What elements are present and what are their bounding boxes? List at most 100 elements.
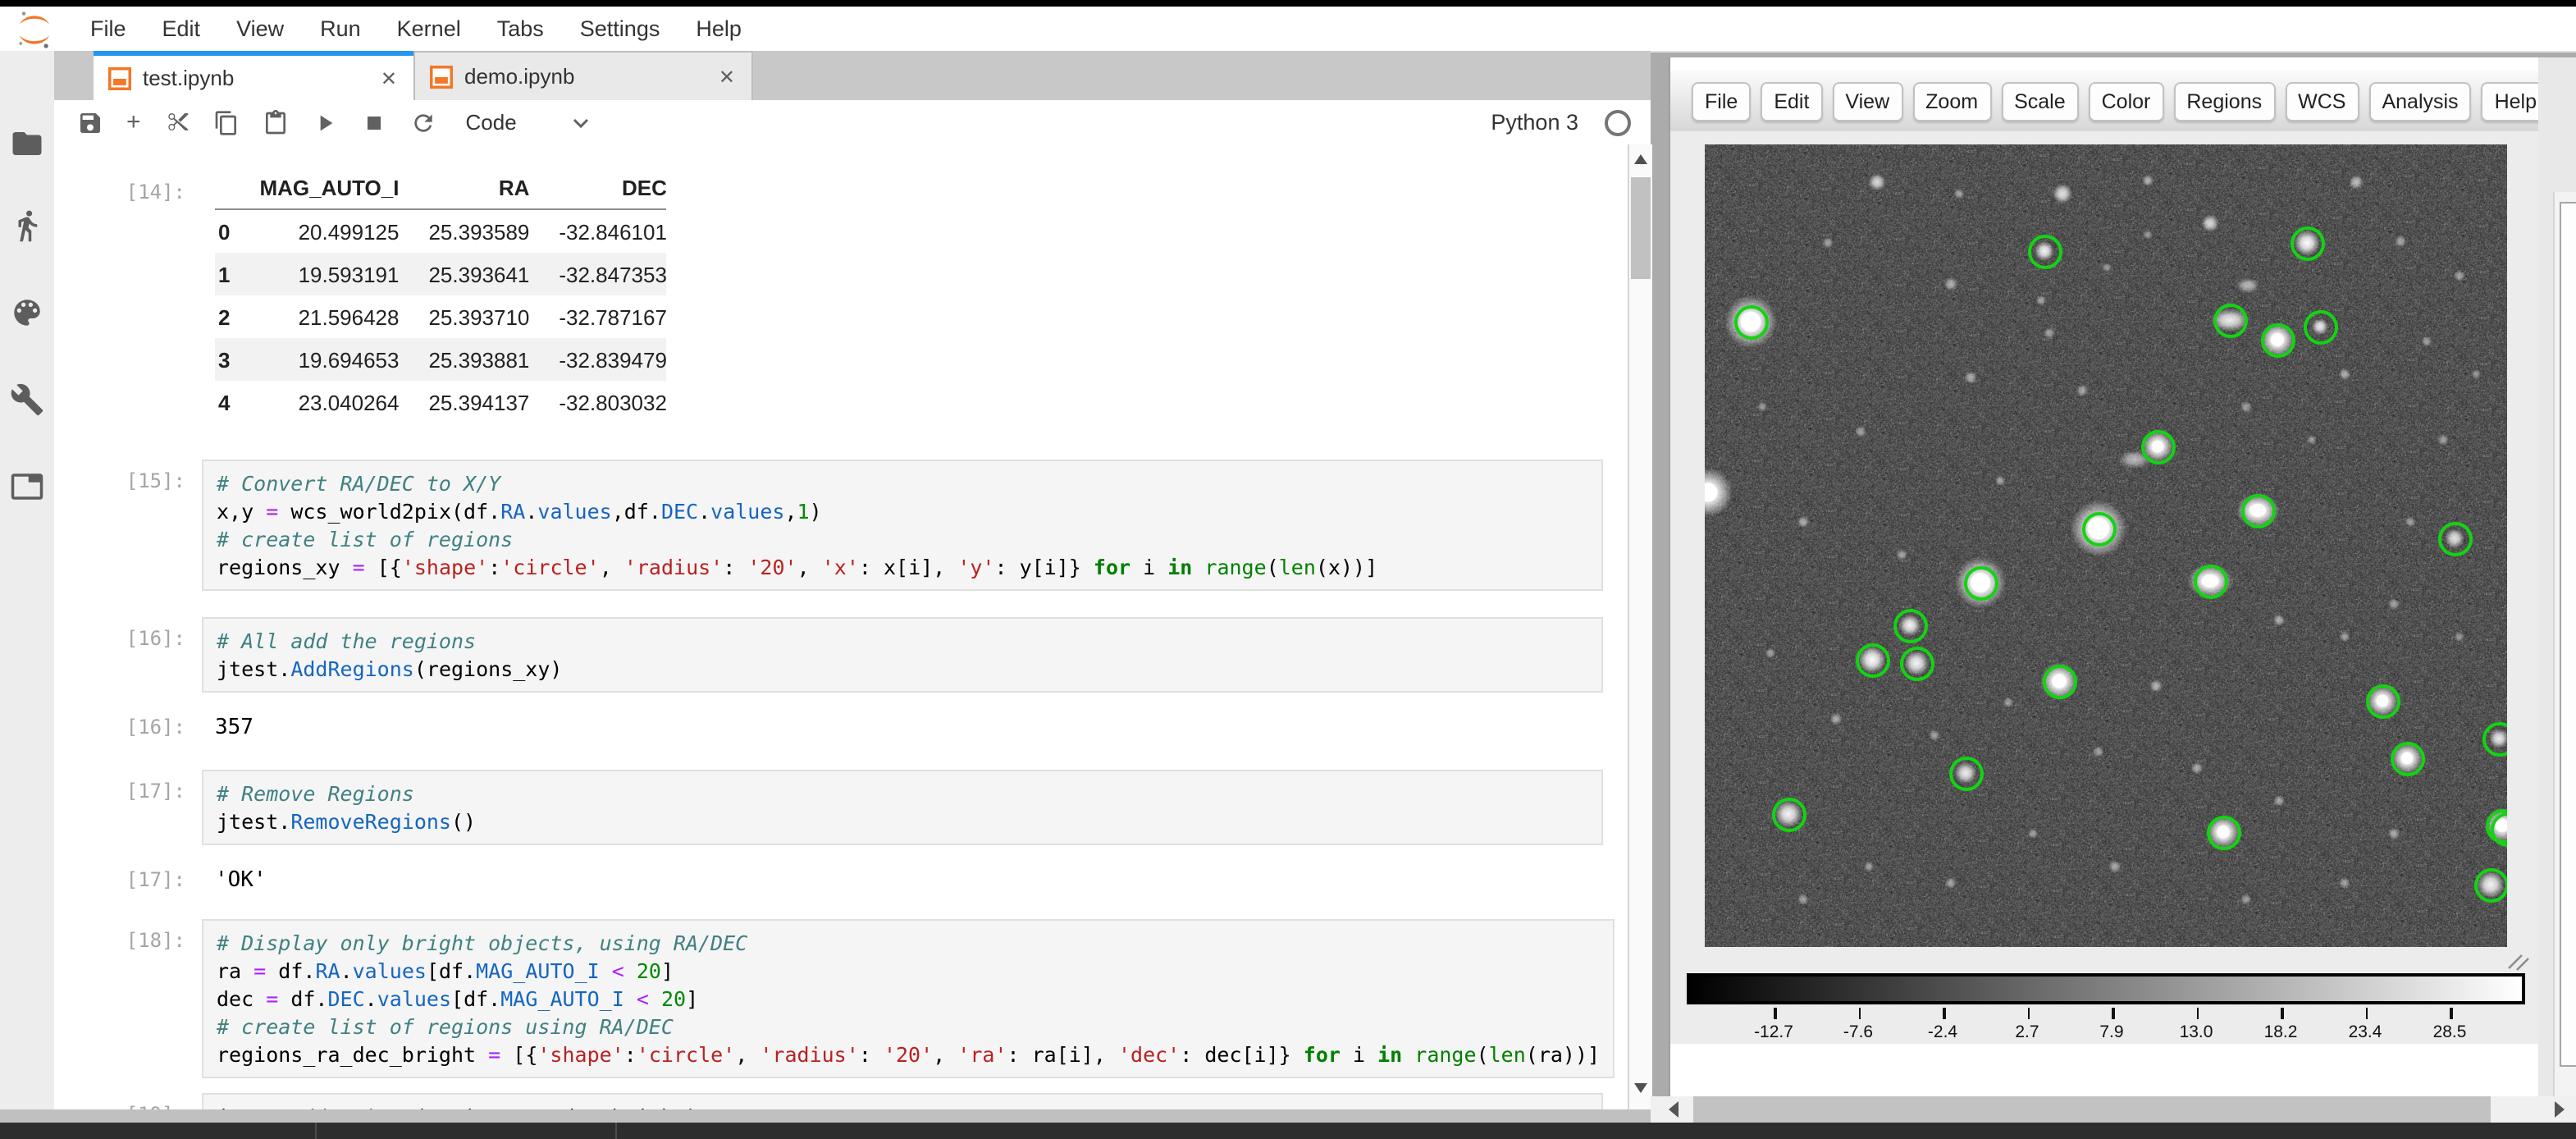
- top-menu: FileEditViewRunKernelTabsSettingsHelp: [72, 7, 760, 51]
- notebook-bottom-strip: [0, 1109, 1651, 1123]
- paste-icon[interactable]: [263, 109, 289, 135]
- region-circle[interactable]: [2303, 309, 2337, 344]
- scroll-down-icon[interactable]: [1634, 1083, 1647, 1093]
- restart-kernel-icon[interactable]: [410, 109, 436, 135]
- code-token: :: [723, 555, 747, 579]
- region-circle[interactable]: [1899, 646, 1934, 680]
- region-circle[interactable]: [2365, 684, 2400, 718]
- region-circle[interactable]: [2081, 511, 2116, 546]
- region-circle[interactable]: [2473, 867, 2507, 902]
- code-token: =: [353, 555, 365, 579]
- tab-test-ipynb[interactable]: test.ipynb ✕: [94, 51, 413, 100]
- js9-top-band: [1670, 57, 2538, 71]
- folder-icon[interactable]: [10, 126, 44, 161]
- wrench-icon[interactable]: [10, 382, 44, 417]
- resize-handle-icon[interactable]: [2504, 950, 2530, 970]
- stop-icon[interactable]: [361, 109, 387, 135]
- menu-kernel[interactable]: Kernel: [379, 7, 479, 51]
- menu-edit[interactable]: Edit: [144, 7, 219, 51]
- starfield-image[interactable]: [1705, 144, 2507, 947]
- scroll-right-icon[interactable]: [2555, 1101, 2565, 1118]
- run-icon[interactable]: [312, 109, 338, 135]
- code-line: # Remove Regions: [217, 780, 1588, 807]
- code-cell[interactable]: [18]:# Display only bright objects, usin…: [54, 919, 1628, 1078]
- scroll-left-icon[interactable]: [1669, 1101, 1679, 1118]
- region-circle[interactable]: [2193, 564, 2227, 598]
- js9-menu-edit[interactable]: Edit: [1761, 81, 1822, 121]
- js9-image-display[interactable]: [1705, 144, 2507, 947]
- region-circle[interactable]: [2042, 664, 2076, 698]
- region-circle[interactable]: [2240, 493, 2275, 528]
- code-editor[interactable]: # Remove Regionsjtest.RemoveRegions(): [202, 770, 1603, 845]
- region-circle[interactable]: [1963, 565, 1998, 600]
- menu-view[interactable]: View: [218, 7, 302, 51]
- colorbar-tick: [2027, 1008, 2030, 1019]
- menu-help[interactable]: Help: [678, 7, 760, 51]
- table-cell: 25.394137: [399, 381, 529, 423]
- menu-settings[interactable]: Settings: [562, 7, 678, 51]
- palette-icon[interactable]: [10, 295, 44, 330]
- js9-menu-color[interactable]: Color: [2089, 81, 2164, 121]
- region-circle[interactable]: [2437, 521, 2472, 556]
- colorbar-tick-label: -2.4: [1910, 1022, 1975, 1042]
- js9-menu-file[interactable]: File: [1692, 81, 1751, 121]
- colorbar-tick-label: 2.7: [1994, 1022, 2060, 1042]
- menu-run[interactable]: Run: [302, 7, 379, 51]
- code-cell[interactable]: [17]:# Remove Regionsjtest.RemoveRegions…: [54, 770, 1628, 845]
- scrollbar-thumb[interactable]: [1631, 177, 1651, 279]
- code-editor[interactable]: jtest.AddRegions(regions_ra_dec_bright): [202, 1093, 1603, 1109]
- scrollbar-thumb[interactable]: [1693, 1096, 2491, 1123]
- region-circle[interactable]: [1948, 756, 1983, 790]
- kernel-status-icon[interactable]: [1605, 109, 1631, 135]
- tab-demo-ipynb[interactable]: demo.ipynb ✕: [413, 51, 753, 100]
- close-icon[interactable]: ✕: [381, 66, 397, 89]
- scrollbar-track[interactable]: [2553, 192, 2576, 1096]
- region-circle[interactable]: [2390, 741, 2424, 775]
- right-vscrollbar[interactable]: [2538, 57, 2576, 1096]
- js9-menu-wcs[interactable]: WCS: [2285, 81, 2359, 121]
- js9-colorbar[interactable]: [1687, 973, 2525, 1004]
- region-circle[interactable]: [1855, 643, 1889, 677]
- code-token: wcs_world2pix(df.: [278, 499, 500, 524]
- cut-icon[interactable]: [164, 109, 190, 135]
- table-row: 423.04026425.394137-32.803032: [215, 381, 667, 423]
- code-cell[interactable]: [15]:# Convert RA/DEC to X/Yx,y = wcs_wo…: [54, 460, 1628, 591]
- code-cell[interactable]: [16]:# All add the regionsjtest.AddRegio…: [54, 617, 1628, 693]
- save-icon[interactable]: [77, 109, 103, 135]
- region-circle[interactable]: [2213, 303, 2247, 337]
- region-circle[interactable]: [2290, 226, 2324, 260]
- js9-menu-scale[interactable]: Scale: [2001, 81, 2079, 121]
- notebook-vscrollbar[interactable]: [1628, 144, 1652, 1109]
- js9-menu-analysis[interactable]: Analysis: [2368, 81, 2471, 121]
- copy-icon[interactable]: [213, 109, 240, 135]
- region-circle[interactable]: [2027, 234, 2062, 268]
- js9-menu-view[interactable]: View: [1832, 81, 1902, 121]
- tabs-icon[interactable]: [10, 469, 44, 504]
- add-cell-icon[interactable]: +: [126, 109, 141, 135]
- code-cell[interactable]: [19]:jtest.AddRegions(regions_ra_dec_bri…: [54, 1093, 1628, 1109]
- scrollbar-thumb[interactable]: [2560, 202, 2576, 1067]
- region-circle[interactable]: [1893, 608, 1927, 643]
- menu-tabs[interactable]: Tabs: [479, 7, 562, 51]
- code-token: =: [266, 986, 278, 1011]
- scroll-up-icon[interactable]: [1634, 154, 1647, 164]
- region-circle[interactable]: [1771, 797, 1806, 831]
- js9-hscrollbar[interactable]: [1651, 1096, 2576, 1123]
- table-cell: -32.787167: [529, 295, 667, 338]
- region-circle[interactable]: [2206, 815, 2240, 849]
- close-icon[interactable]: ✕: [719, 65, 735, 88]
- region-circle[interactable]: [2260, 322, 2295, 357]
- code-editor[interactable]: # All add the regionsjtest.AddRegions(re…: [202, 617, 1603, 693]
- code-editor[interactable]: # Display only bright objects, using RA/…: [202, 919, 1615, 1078]
- colorbar-tick: [2196, 1008, 2199, 1019]
- code-token: RemoveRegions: [290, 809, 451, 834]
- code-editor[interactable]: # Convert RA/DEC to X/Yx,y = wcs_world2p…: [202, 460, 1603, 591]
- menu-file[interactable]: File: [72, 7, 144, 51]
- region-circle[interactable]: [1733, 304, 1768, 339]
- notebook-content[interactable]: [14]:MAG_AUTO_IRADEC020.49912525.393589-…: [54, 144, 1628, 1109]
- js9-menu-zoom[interactable]: Zoom: [1912, 81, 1991, 121]
- js9-menu-regions[interactable]: Regions: [2173, 81, 2275, 121]
- cell-type-dropdown[interactable]: Code: [466, 110, 589, 135]
- region-circle[interactable]: [2140, 429, 2175, 464]
- runner-icon[interactable]: [10, 208, 44, 243]
